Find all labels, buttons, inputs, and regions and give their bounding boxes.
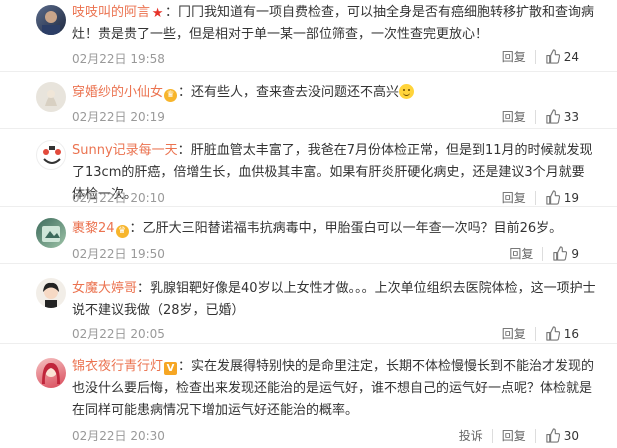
username-link[interactable]: 穿婚纱的小仙女 bbox=[72, 85, 163, 100]
like-button[interactable]: 9 bbox=[552, 246, 579, 261]
username-link[interactable]: 锦衣夜行青行灯 bbox=[72, 359, 163, 374]
divider bbox=[534, 190, 536, 205]
username-link[interactable]: 女魔大婷哥 bbox=[72, 281, 137, 296]
avatar[interactable] bbox=[36, 5, 66, 35]
comment-actions: 回复 19 bbox=[502, 189, 579, 206]
reply-button[interactable]: 回复 bbox=[502, 108, 526, 125]
like-button[interactable]: 16 bbox=[545, 326, 579, 341]
comment-list: 吱吱叫的阿言 ★ ：冂冂我知道有一项自费检查，可以抽全身是否有癌细胞转移扩散和查询病… bbox=[0, 0, 617, 448]
comment-body: 乙肝大三阳替诺福韦抗病毒中，甲胎蛋白可以一年查一次吗？目前26岁。 bbox=[142, 221, 563, 236]
comment-item: Sunny记录每一天：肝脏血管太丰富了，我爸在7月份体检正常，但是到11月的时候… bbox=[0, 129, 617, 207]
comment-actions: 回复 9 bbox=[509, 245, 579, 262]
comment-text: 锦衣夜行青行灯 V ：实在发展得特别快的是命里注定，长期不体检慢慢长到不能治才发现的… bbox=[72, 356, 596, 422]
reply-button[interactable]: 回复 bbox=[502, 189, 526, 206]
divider bbox=[534, 428, 536, 443]
comment-item: 锦衣夜行青行灯 V ：实在发展得特别快的是命里注定，长期不体检慢慢长到不能治才发现的… bbox=[0, 344, 617, 448]
username-link[interactable]: Sunny记录每一天 bbox=[72, 143, 178, 158]
thumbs-up-icon bbox=[546, 190, 560, 205]
crown-badge-icon: ♛ bbox=[164, 89, 178, 102]
like-count: 19 bbox=[563, 190, 579, 205]
divider bbox=[534, 49, 536, 64]
comment-colon: ： bbox=[178, 85, 192, 100]
avatar[interactable] bbox=[36, 358, 66, 388]
comment-text: 女魔大婷哥：乳腺钼靶好像是40岁以上女性才做。。。上次单位组织去医院体检，这一项… bbox=[72, 278, 596, 322]
comment-item: 吱吱叫的阿言 ★ ：冂冂我知道有一项自费检查，可以抽全身是否有癌细胞转移扩散和查询病… bbox=[0, 0, 617, 72]
divider bbox=[542, 246, 544, 261]
thumbs-up-icon bbox=[553, 246, 568, 261]
like-count: 24 bbox=[563, 49, 579, 64]
like-count: 16 bbox=[563, 326, 579, 341]
comment-colon: ： bbox=[137, 281, 151, 296]
divider bbox=[491, 428, 493, 443]
like-button[interactable]: 33 bbox=[545, 109, 579, 124]
comment-text: 吱吱叫的阿言 ★ ：冂冂我知道有一项自费检查，可以抽全身是否有癌细胞转移扩散和查询病… bbox=[72, 2, 596, 46]
reply-button[interactable]: 回复 bbox=[502, 427, 526, 444]
comment-colon: ： bbox=[178, 359, 192, 374]
comment-item: 女魔大婷哥：乳腺钼靶好像是40岁以上女性才做。。。上次单位组织去医院体检，这一项… bbox=[0, 264, 617, 344]
username-link[interactable]: 吱吱叫的阿言 bbox=[72, 5, 150, 20]
verified-v-badge-icon: V bbox=[164, 362, 178, 375]
username-link[interactable]: 裹黎24 bbox=[72, 221, 115, 236]
comment-time: 02月22日 19:58 bbox=[72, 52, 165, 66]
avatar[interactable] bbox=[36, 278, 66, 308]
comment-colon: ： bbox=[177, 143, 191, 158]
like-button[interactable]: 30 bbox=[545, 428, 579, 443]
smile-emoji-icon bbox=[399, 84, 415, 99]
comment-time: 02月22日 20:05 bbox=[72, 327, 165, 341]
comment-actions: 回复 33 bbox=[502, 108, 579, 125]
divider bbox=[534, 109, 536, 124]
comment-actions: 回复 24 bbox=[502, 48, 579, 65]
comment-text: 穿婚纱的小仙女 ♛ ：还有些人，查来查去没问题还不高兴 bbox=[72, 82, 596, 104]
comment-colon: ： bbox=[165, 5, 179, 20]
thumbs-up-icon bbox=[546, 109, 560, 124]
comment-body: 乳腺钼靶好像是40岁以上女性才做。。。上次单位组织去医院体检，这一项护士说不建议… bbox=[72, 281, 596, 318]
like-button[interactable]: 19 bbox=[545, 190, 579, 205]
thumbs-up-icon bbox=[546, 326, 560, 341]
comment-text: 裹黎24 ♛ ：乙肝大三阳替诺福韦抗病毒中，甲胎蛋白可以一年查一次吗？目前26岁。 bbox=[72, 218, 596, 240]
avatar[interactable] bbox=[36, 140, 66, 170]
complain-button[interactable]: 投诉 bbox=[459, 427, 483, 444]
crown-badge-icon: ♛ bbox=[115, 225, 129, 238]
comment-time: 02月22日 20:19 bbox=[72, 110, 165, 124]
like-count: 33 bbox=[563, 109, 579, 124]
star-badge-icon: ★ bbox=[151, 6, 164, 21]
like-button[interactable]: 24 bbox=[545, 49, 579, 64]
comment-body: 还有些人，查来查去没问题还不高兴 bbox=[191, 85, 400, 100]
comment-time: 02月22日 20:30 bbox=[72, 429, 165, 443]
comment-actions: 回复 16 bbox=[502, 325, 579, 342]
comment-time: 02月22日 19:50 bbox=[72, 247, 165, 261]
like-count: 9 bbox=[571, 246, 579, 261]
reply-button[interactable]: 回复 bbox=[502, 325, 526, 342]
thumbs-up-icon bbox=[546, 49, 560, 64]
comment-item: 裹黎24 ♛ ：乙肝大三阳替诺福韦抗病毒中，甲胎蛋白可以一年查一次吗？目前26岁。 … bbox=[0, 207, 617, 264]
comment-item: 穿婚纱的小仙女 ♛ ：还有些人，查来查去没问题还不高兴 02月22日 20:19 回… bbox=[0, 72, 617, 129]
avatar[interactable] bbox=[36, 82, 66, 112]
like-count: 30 bbox=[563, 428, 579, 443]
reply-button[interactable]: 回复 bbox=[509, 245, 533, 262]
comment-colon: ： bbox=[129, 221, 143, 236]
comment-time: 02月22日 20:10 bbox=[72, 191, 165, 205]
reply-button[interactable]: 回复 bbox=[502, 48, 526, 65]
divider bbox=[534, 326, 536, 341]
thumbs-up-icon bbox=[546, 428, 560, 443]
comment-actions: 投诉 回复 30 bbox=[459, 427, 579, 444]
avatar[interactable] bbox=[36, 218, 66, 248]
